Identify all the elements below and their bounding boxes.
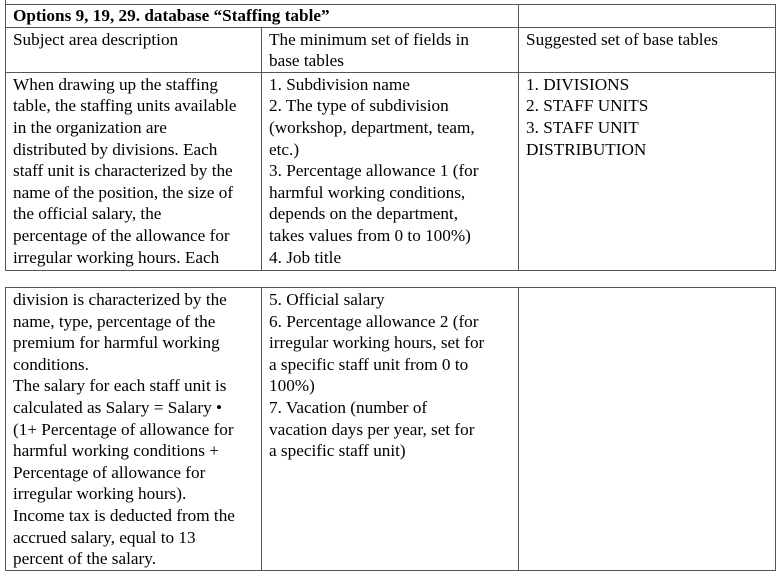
base-tables-list: 1. DIVISIONS 2. STAFF UNITS 3. STAFF UNI…	[518, 71, 777, 271]
staffing-table-part-1: Options 9, 19, 29. database “Staffing ta…	[4, 4, 777, 271]
min-fields-list: 1. Subdivision name 2. The type of subdi…	[260, 71, 520, 271]
table-title: Options 9, 19, 29. database “Staffing ta…	[4, 4, 520, 28]
header-subject-area: Subject area description	[5, 26, 262, 73]
min-fields-list-continued: 5. Official salary 6. Percentage allowan…	[261, 287, 519, 571]
header-row: Subject area description The minimum set…	[5, 26, 777, 73]
header-base-tables: Suggested set of base tables	[518, 26, 777, 73]
base-tables-list-continued	[518, 287, 776, 571]
table-row: When drawing up the staffing table, the …	[5, 71, 777, 271]
subject-area-text-continued: division is characterized by the name, t…	[5, 287, 262, 571]
title-row: Options 9, 19, 29. database “Staffing ta…	[4, 4, 777, 28]
title-filler-cell	[518, 4, 777, 28]
subject-area-text: When drawing up the staffing table, the …	[5, 71, 262, 271]
header-min-fields: The minimum set of fields in base tables	[260, 26, 520, 73]
table-row: division is characterized by the name, t…	[5, 287, 776, 571]
staffing-table-part-2: division is characterized by the name, t…	[5, 287, 776, 571]
